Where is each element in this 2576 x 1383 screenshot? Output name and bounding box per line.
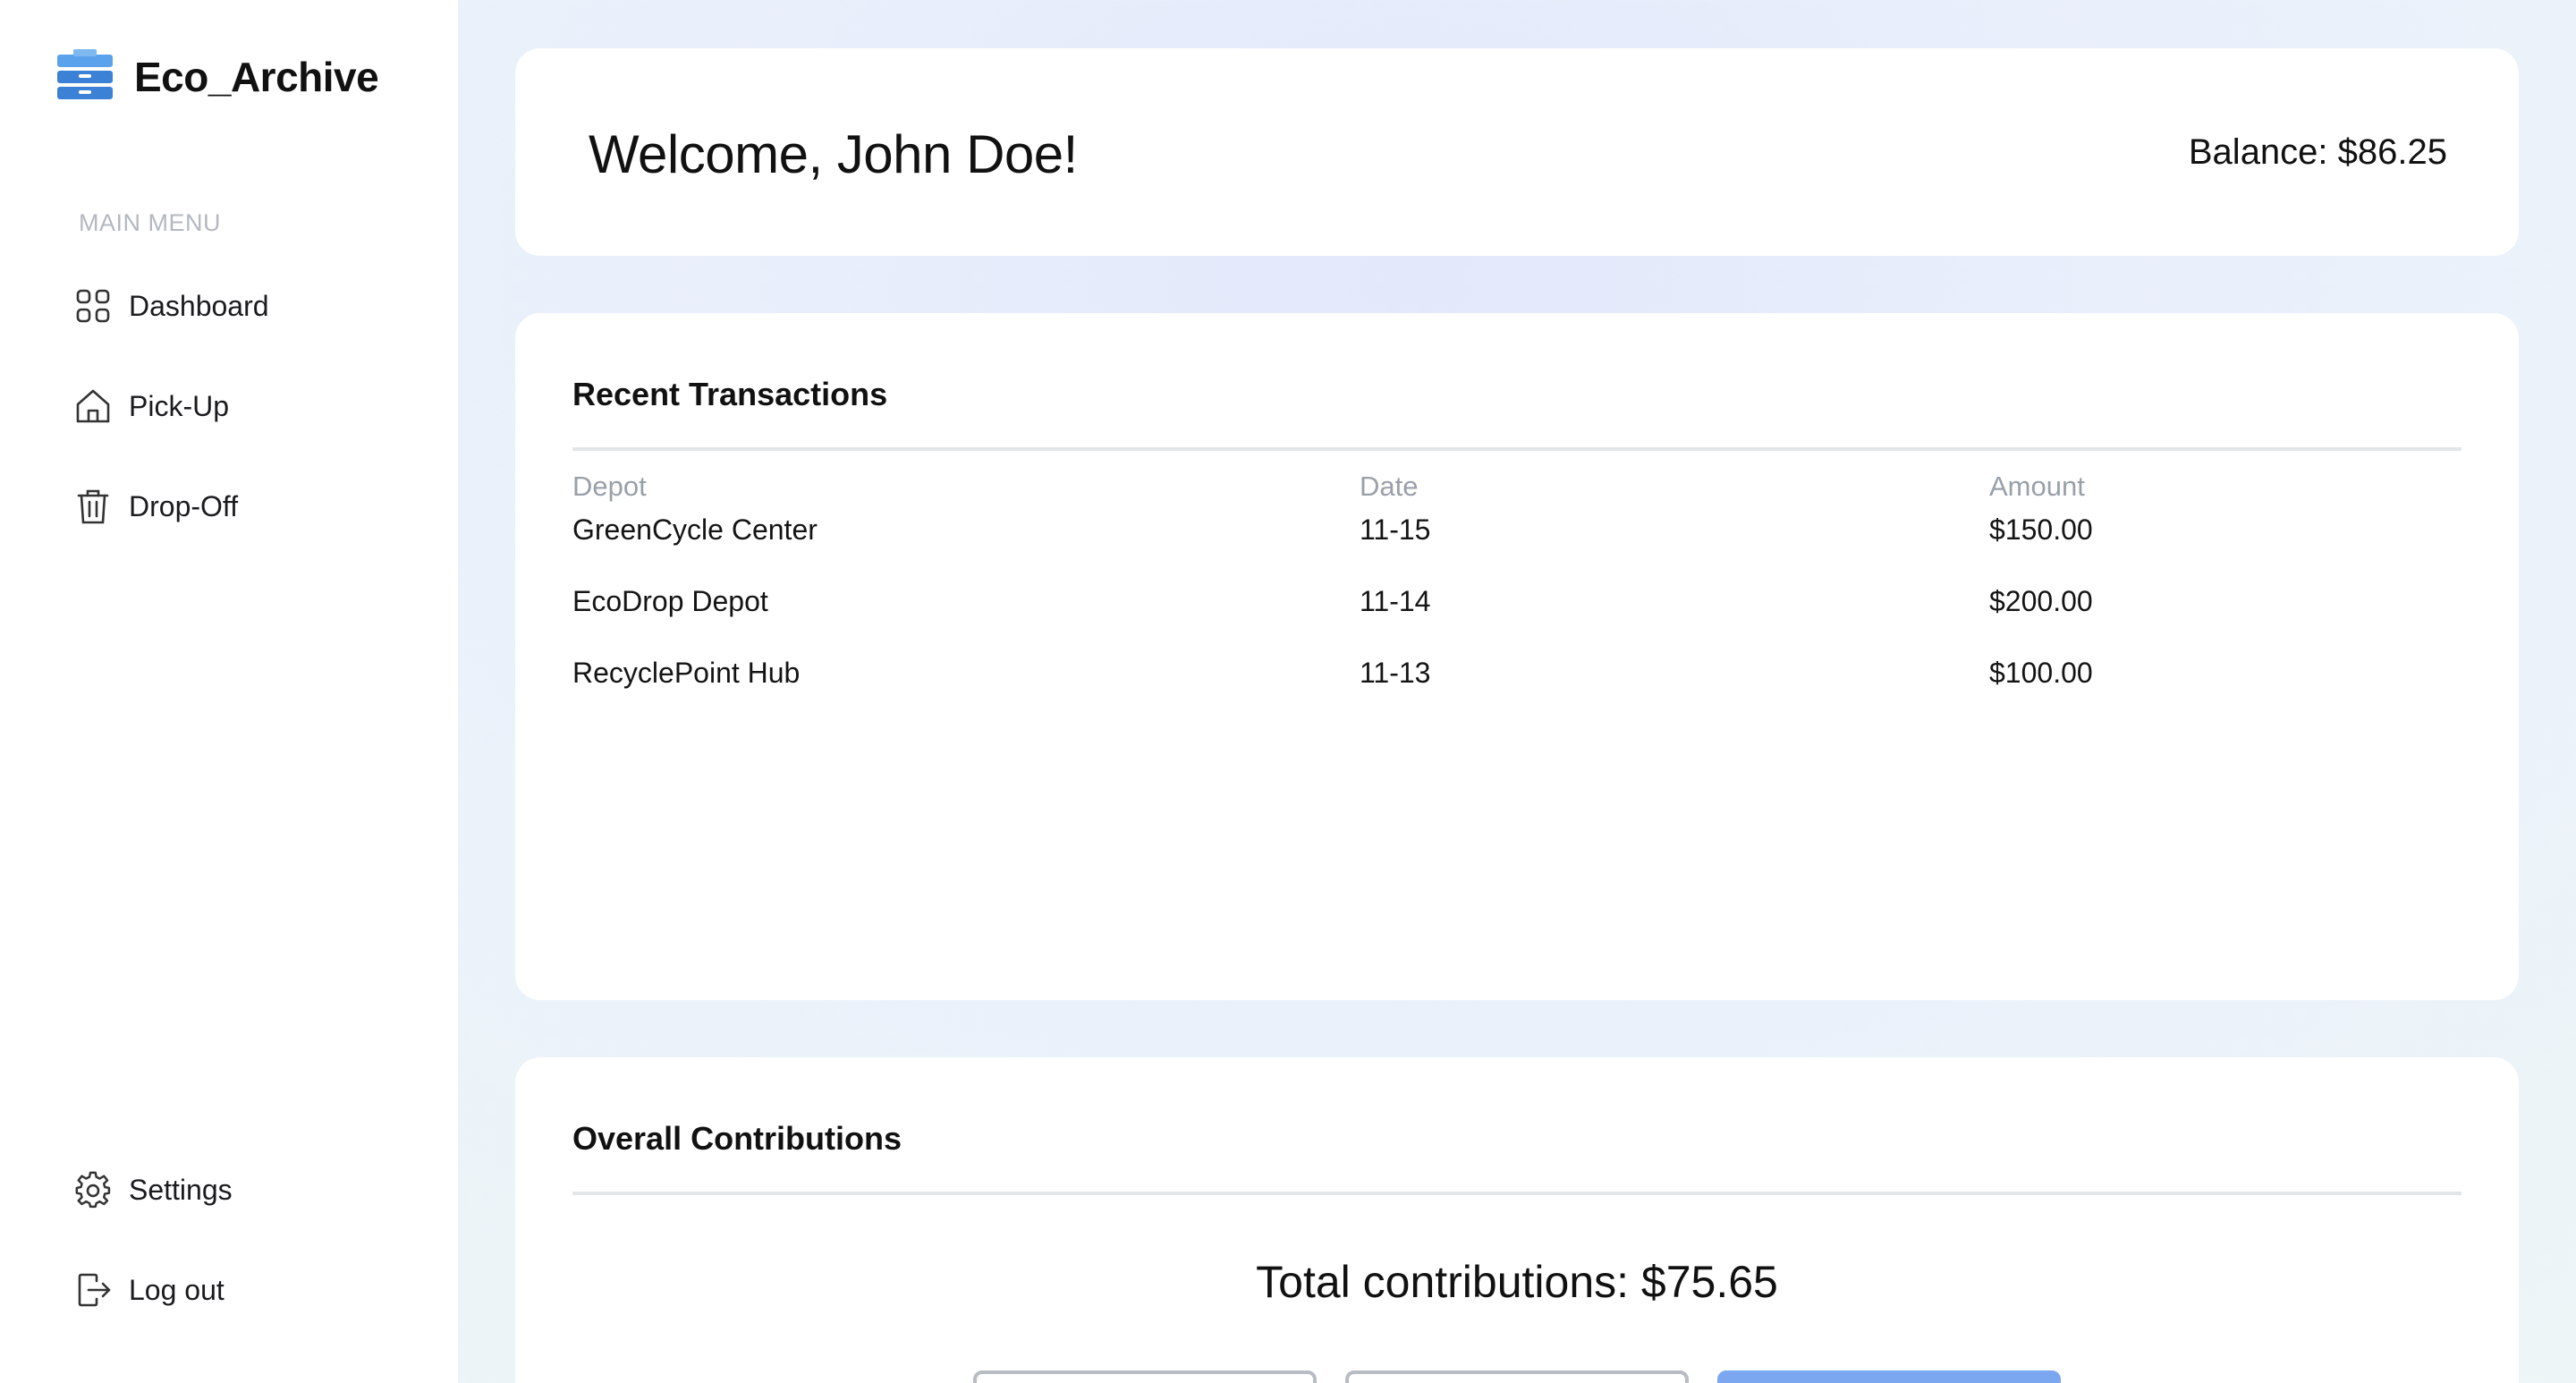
home-icon (73, 386, 113, 426)
recent-transactions-title: Recent Transactions (572, 376, 888, 412)
table-row: RecyclePoint Hub 11-13 $100.00 (572, 657, 2462, 728)
total-contributions: Total contributions: $75.65 (1256, 1257, 1778, 1307)
column-header-date: Date (1360, 471, 1419, 502)
archive-logo-icon (55, 47, 114, 106)
overall-contributions-title: Overall Contributions (572, 1120, 902, 1157)
logout-icon (73, 1270, 113, 1310)
balance-display: Balance: $86.25 (2188, 132, 2447, 172)
depot-cell: RecyclePoint Hub (572, 657, 801, 689)
depot-cell: EcoDrop Depot (572, 585, 768, 617)
period-button[interactable] (1345, 1370, 1689, 1383)
brand[interactable]: Eco_Archive (55, 47, 379, 107)
table-row: EcoDrop Depot 11-14 $200.00 (572, 585, 2462, 657)
table-header-row: Depot Date Amount (572, 471, 2462, 513)
period-button-active[interactable] (1717, 1370, 2061, 1383)
grid-icon (73, 286, 113, 326)
trash-icon (73, 487, 113, 526)
amount-cell: $200.00 (1989, 585, 2093, 617)
sidebar-item-log-out[interactable]: Log out (73, 1265, 225, 1315)
depot-cell: GreenCycle Center (572, 513, 818, 546)
date-cell: 11-13 (1360, 657, 1431, 689)
sidebar-item-drop-off[interactable]: Drop-Off (73, 481, 238, 531)
divider (572, 1192, 2462, 1195)
sidebar-item-label: Log out (129, 1273, 225, 1306)
date-cell: 11-14 (1360, 585, 1431, 617)
main-menu-caption: MAIN MENU (79, 209, 221, 236)
sidebar-item-label: Dashboard (129, 289, 269, 322)
amount-cell: $150.00 (1989, 513, 2093, 546)
welcome-card: Welcome, John Doe! Balance: $86.25 (515, 48, 2519, 256)
sidebar-item-dashboard[interactable]: Dashboard (73, 281, 269, 331)
sidebar-item-settings[interactable]: Settings (73, 1165, 233, 1215)
sidebar-item-label: Drop-Off (129, 489, 239, 522)
amount-cell: $100.00 (1989, 657, 2093, 689)
column-header-depot: Depot (572, 471, 647, 502)
overall-contributions-card: Overall Contributions Total contribution… (515, 1057, 2519, 1383)
date-cell: 11-15 (1360, 513, 1431, 546)
transactions-table: Depot Date Amount GreenCycle Center 11-1… (572, 471, 2462, 728)
gear-icon (73, 1170, 113, 1209)
sidebar-item-label: Pick-Up (129, 389, 230, 422)
sidebar-item-pick-up[interactable]: Pick-Up (73, 381, 229, 431)
period-button[interactable] (973, 1370, 1317, 1383)
column-header-amount: Amount (1989, 471, 2085, 502)
sidebar: Eco_Archive MAIN MENU Dashboard Pick-Up (0, 0, 458, 1383)
recent-transactions-card: Recent Transactions Depot Date Amount Gr… (515, 313, 2519, 1000)
sidebar-item-label: Settings (129, 1173, 233, 1206)
divider (572, 447, 2462, 451)
app-name: Eco_Archive (134, 54, 379, 100)
table-row: GreenCycle Center 11-15 $150.00 (572, 513, 2462, 585)
welcome-title: Welcome, John Doe! (589, 124, 1078, 184)
